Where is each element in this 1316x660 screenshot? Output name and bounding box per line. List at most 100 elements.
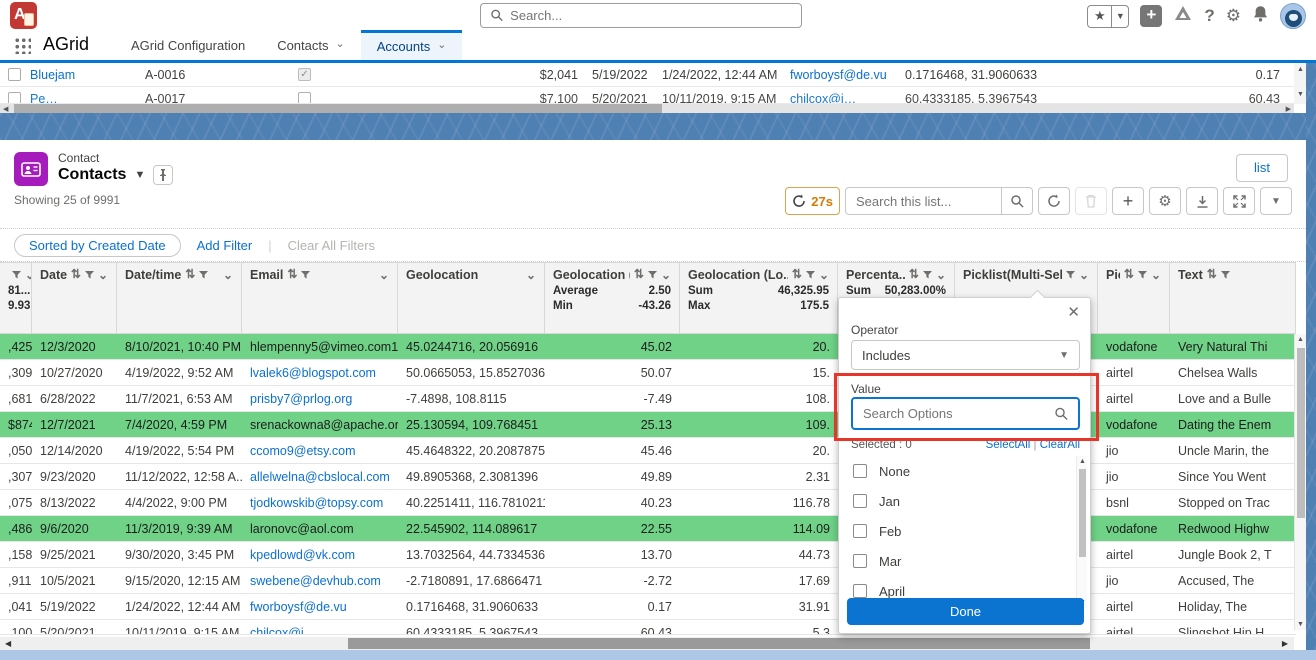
- app-logo[interactable]: A: [10, 2, 37, 29]
- filter-funnel-icon[interactable]: [923, 271, 932, 279]
- value-search-box[interactable]: [851, 397, 1080, 430]
- notifications-bell-icon[interactable]: [1252, 5, 1269, 28]
- done-button[interactable]: Done: [847, 598, 1084, 625]
- expand-button[interactable]: [1223, 187, 1255, 215]
- favorites-button[interactable]: ★ ▼: [1087, 5, 1129, 28]
- list-search[interactable]: [845, 187, 1033, 215]
- table-row[interactable]: ,0758/13/20224/4/2022, 9:00 PMtjodkowski…: [0, 490, 1296, 516]
- sort-icon[interactable]: ⇅: [287, 267, 297, 281]
- scrollbar-thumb[interactable]: [1297, 348, 1305, 518]
- column-header-lat[interactable]: Geolocation (...⇅⌄Average2.50Min-43.26: [545, 263, 680, 333]
- email-cell[interactable]: allelwelna@cbslocal.com: [242, 464, 398, 489]
- pin-button[interactable]: [153, 165, 173, 185]
- table-row[interactable]: ,1005/20/202110/11/2019, 9:15 AMchilcox@…: [0, 620, 1296, 635]
- email-cell[interactable]: fworboysf@de.vu: [242, 594, 398, 619]
- auto-refresh-timer-button[interactable]: 27s: [785, 187, 840, 215]
- table-row[interactable]: ,3079/23/202011/12/2022, 12:58 A...allel…: [0, 464, 1296, 490]
- scroll-up-icon[interactable]: ▲: [1297, 336, 1304, 343]
- star-icon[interactable]: ★: [1088, 6, 1111, 27]
- picklist-option-none[interactable]: None: [839, 456, 1080, 486]
- select-all-link[interactable]: SelectAll: [986, 439, 1031, 451]
- email-cell[interactable]: ccomo9@etsy.com: [242, 438, 398, 463]
- operator-select[interactable]: Includes ▼: [851, 340, 1080, 370]
- tab-agrid-configuration[interactable]: AGrid Configuration: [115, 30, 261, 60]
- filter-funnel-icon[interactable]: [301, 271, 310, 279]
- table-row[interactable]: ,1589/25/20219/30/2020, 3:45 PMkpedlowd@…: [0, 542, 1296, 568]
- clear-all-link[interactable]: ClearAll: [1040, 439, 1080, 451]
- filter-funnel-icon[interactable]: [1066, 271, 1075, 279]
- chevron-down-icon[interactable]: ⌄: [526, 268, 536, 282]
- chevron-down-icon[interactable]: ⌄: [1079, 268, 1089, 282]
- value-search-input[interactable]: [863, 406, 1055, 421]
- chevron-down-icon[interactable]: ⌄: [661, 268, 671, 282]
- email-cell[interactable]: kpedlowd@vk.com: [242, 542, 398, 567]
- account-name-link[interactable]: Pe…: [30, 87, 58, 104]
- chevron-down-icon[interactable]: ⌄: [379, 268, 389, 282]
- global-search-input[interactable]: [510, 8, 791, 23]
- scroll-down-icon[interactable]: ▼: [1297, 621, 1304, 628]
- scroll-up-icon[interactable]: ▲: [1297, 66, 1304, 73]
- column-header-lon[interactable]: Geolocation (Lo...⇅⌄Sum46,325.95Max175.5: [680, 263, 838, 333]
- table-row[interactable]: ,91110/5/20219/15/2020, 12:15 AMswebene@…: [0, 568, 1296, 594]
- table-row[interactable]: ,4869/6/202011/3/2019, 9:39 AMlaronovc@a…: [0, 516, 1296, 542]
- sort-icon[interactable]: ⇅: [185, 267, 195, 281]
- setup-gear-icon[interactable]: ⚙: [1226, 5, 1241, 27]
- sort-icon[interactable]: ⇅: [909, 267, 919, 281]
- add-filter-link[interactable]: Add Filter: [197, 238, 253, 253]
- account-name-link[interactable]: Bluejam: [30, 63, 75, 87]
- chevron-down-icon[interactable]: ⌄: [223, 268, 233, 282]
- email-link[interactable]: fworboysf@de.vu: [790, 63, 887, 87]
- checkbox[interactable]: [853, 554, 867, 568]
- options-scrollbar[interactable]: ▲ ▼: [1076, 456, 1087, 608]
- row-checkbox[interactable]: [298, 92, 311, 104]
- picklist-option-feb[interactable]: Feb: [839, 516, 1080, 546]
- scroll-down-icon[interactable]: ▼: [1297, 91, 1304, 98]
- scrollbar-thumb[interactable]: [348, 638, 1090, 649]
- sort-icon[interactable]: ⇅: [1124, 267, 1134, 281]
- chevron-down-icon[interactable]: ⌄: [25, 268, 32, 282]
- row-checkbox[interactable]: [8, 68, 21, 81]
- row-checkbox[interactable]: [8, 92, 21, 104]
- email-cell[interactable]: prisby7@prlog.org: [242, 386, 398, 411]
- sort-icon[interactable]: ⇅: [792, 267, 802, 281]
- chevron-down-icon[interactable]: ⌄: [98, 268, 108, 282]
- close-icon[interactable]: ✕: [1067, 303, 1080, 321]
- refresh-button[interactable]: [1038, 187, 1070, 215]
- checkbox[interactable]: [853, 584, 867, 598]
- chevron-down-icon[interactable]: ▼: [134, 169, 145, 181]
- more-actions-dropdown[interactable]: ▼: [1260, 187, 1292, 215]
- list-search-input[interactable]: [845, 187, 1001, 215]
- column-header-date[interactable]: Date⇅⌄: [32, 263, 117, 333]
- checkbox[interactable]: [853, 494, 867, 508]
- table-row[interactable]: Pe… A-0017 $7,100 5/20/2021 10/11/2019, …: [0, 87, 1294, 104]
- sorted-by-pill[interactable]: Sorted by Created Date: [14, 234, 181, 257]
- global-search[interactable]: [480, 3, 802, 28]
- filter-funnel-icon[interactable]: [1138, 271, 1147, 279]
- table-row[interactable]: Bluejam A-0016 ✓ $2,041 5/19/2022 1/24/2…: [0, 63, 1294, 87]
- email-cell[interactable]: lvalek6@blogspot.com: [242, 360, 398, 385]
- filter-funnel-icon[interactable]: [199, 271, 208, 279]
- filter-funnel-icon[interactable]: [1221, 271, 1230, 279]
- filter-funnel-icon[interactable]: [12, 271, 21, 279]
- chevron-down-icon[interactable]: ▼: [1111, 6, 1128, 27]
- scroll-left-icon[interactable]: ◀: [3, 105, 8, 113]
- tab-accounts[interactable]: Accounts⌄: [361, 30, 463, 60]
- email-link[interactable]: chilcox@i…: [790, 87, 856, 104]
- picklist-option-mar[interactable]: Mar: [839, 546, 1080, 576]
- sort-icon[interactable]: ⇅: [71, 267, 81, 281]
- email-cell[interactable]: srenackowna8@apache.org: [242, 412, 398, 437]
- chevron-down-icon[interactable]: ⌄: [336, 37, 345, 50]
- chevron-down-icon[interactable]: ⌄: [437, 38, 446, 51]
- download-button[interactable]: [1186, 187, 1218, 215]
- filter-funnel-icon[interactable]: [648, 271, 657, 279]
- chevron-down-icon[interactable]: ⌄: [1151, 268, 1161, 282]
- table-row[interactable]: ,42512/3/20208/10/2021, 10:40 PMhlempenn…: [0, 334, 1296, 360]
- checkbox-checked[interactable]: ✓: [298, 68, 311, 81]
- list-view-title[interactable]: Contacts: [58, 166, 126, 184]
- column-header-datetime[interactable]: Date/time⇅⌄: [117, 263, 242, 333]
- email-cell[interactable]: chilcox@i…: [242, 620, 398, 634]
- chevron-down-icon[interactable]: ⌄: [936, 268, 946, 282]
- column-header-geo[interactable]: Geolocation⌄: [398, 263, 545, 333]
- scroll-right-icon[interactable]: ▶: [1282, 639, 1288, 648]
- tab-contacts[interactable]: Contacts⌄: [261, 30, 361, 60]
